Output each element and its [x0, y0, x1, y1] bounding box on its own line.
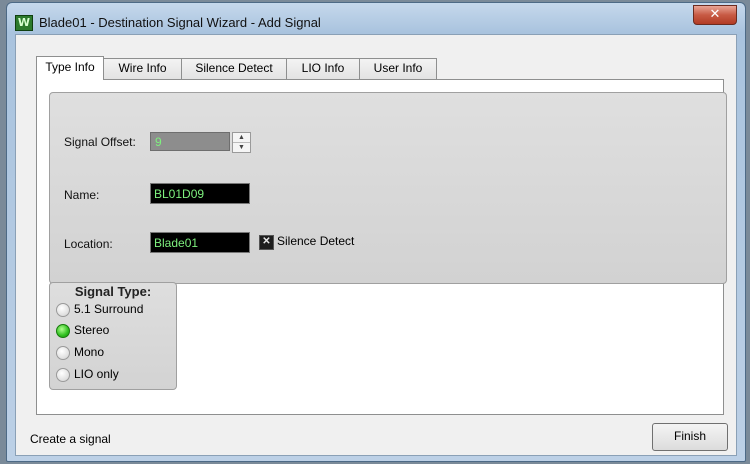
name-label: Name: [64, 188, 100, 202]
radio-label: Stereo [74, 323, 110, 337]
location-label: Location: [64, 237, 113, 251]
client-area: Type Info Wire Info Silence Detect LIO I… [15, 34, 737, 456]
window-title: Blade01 - Destination Signal Wizard - Ad… [39, 15, 321, 30]
radio-button-icon[interactable] [56, 346, 70, 360]
tab-user-info[interactable]: User Info [359, 58, 437, 79]
spin-up-icon[interactable]: ▲ [233, 133, 250, 143]
signal-offset-stepper[interactable]: ▲ ▼ [232, 132, 251, 153]
signal-offset-input[interactable]: 9 [150, 132, 230, 151]
tab-type-info[interactable]: Type Info [36, 56, 104, 80]
location-input[interactable]: Blade01 [150, 232, 250, 253]
silence-detect-checkbox[interactable]: ✕ [259, 235, 274, 250]
finish-button[interactable]: Finish [652, 423, 728, 451]
radio-label: LIO only [74, 367, 119, 381]
radio-button-icon[interactable] [56, 368, 70, 382]
signal-offset-label: Signal Offset: [64, 135, 136, 149]
title-bar[interactable]: W Blade01 - Destination Signal Wizard - … [7, 3, 745, 33]
tab-lio-info[interactable]: LIO Info [286, 58, 360, 79]
spin-down-icon[interactable]: ▼ [233, 143, 250, 152]
close-icon: ✕ [709, 7, 721, 22]
tab-silence-detect[interactable]: Silence Detect [181, 58, 287, 79]
signal-type-group: Signal Type: 5.1 Surround Stereo Mono LI… [49, 282, 177, 390]
name-input[interactable]: BL01D09 [150, 183, 250, 204]
status-text: Create a signal [30, 432, 111, 446]
signal-settings-group: Signal Offset: 9 ▲ ▼ Name: BL01D09 Locat… [49, 92, 727, 284]
radio-button-selected-icon[interactable] [56, 324, 70, 338]
wizard-window: W Blade01 - Destination Signal Wizard - … [6, 2, 746, 462]
app-icon: W [15, 15, 33, 31]
radio-label: Mono [74, 345, 105, 359]
radio-label: 5.1 Surround [74, 302, 144, 316]
close-button[interactable]: ✕ [693, 5, 737, 25]
signal-type-title: Signal Type: [74, 284, 152, 299]
tab-wire-info[interactable]: Wire Info [103, 58, 182, 79]
silence-detect-label: Silence Detect [277, 234, 355, 248]
type-info-panel: Signal Offset: 9 ▲ ▼ Name: BL01D09 Locat… [36, 79, 727, 415]
radio-button-icon[interactable] [56, 303, 70, 317]
